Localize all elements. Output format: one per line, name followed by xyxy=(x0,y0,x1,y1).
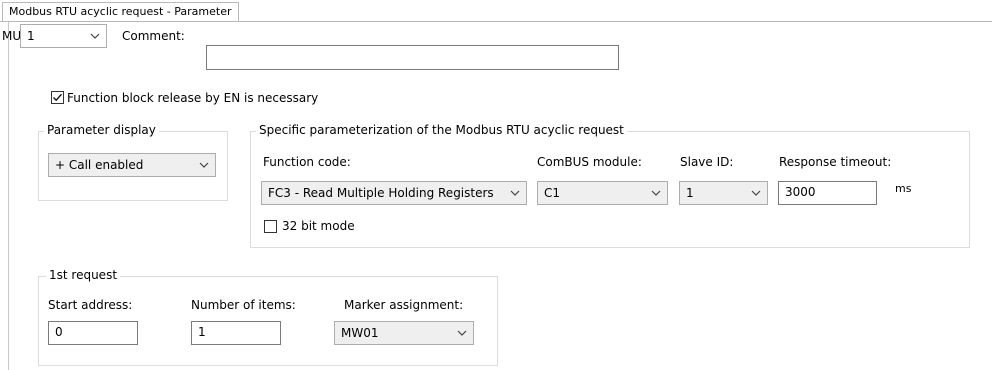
marker-assignment-select[interactable]: MW01 xyxy=(334,321,474,345)
specific-param-title: Specific parameterization of the Modbus … xyxy=(256,123,627,137)
fb-release-checkbox[interactable] xyxy=(51,91,64,104)
checkmark-icon xyxy=(53,93,63,102)
mu-select[interactable]: 1 xyxy=(20,24,107,48)
bit-mode-checkbox[interactable] xyxy=(264,220,277,233)
mu-select-value: 1 xyxy=(27,29,35,43)
first-request-title: 1st request xyxy=(46,268,121,282)
chevron-down-icon xyxy=(90,33,100,39)
comment-label: Comment: xyxy=(122,29,185,43)
function-code-select[interactable]: FC3 - Read Multiple Holding Registers xyxy=(261,181,527,205)
start-address-label: Start address: xyxy=(48,298,133,312)
marker-assignment-value: MW01 xyxy=(341,326,379,340)
chevron-down-icon xyxy=(651,190,661,196)
chevron-down-icon xyxy=(751,190,761,196)
chevron-down-icon xyxy=(199,162,209,168)
slave-id-label: Slave ID: xyxy=(680,155,734,169)
number-of-items-label: Number of items: xyxy=(191,298,296,312)
chevron-down-icon xyxy=(457,330,467,336)
parameter-display-value: + Call enabled xyxy=(55,158,144,172)
response-timeout-input[interactable]: 3000 xyxy=(778,181,877,205)
response-timeout-label: Response timeout: xyxy=(779,155,892,169)
timeout-unit: ms xyxy=(895,182,912,195)
panel-left-border xyxy=(8,22,9,370)
tab-divider xyxy=(0,21,992,22)
slave-id-value: 1 xyxy=(686,186,694,200)
fb-release-label: Function block release by EN is necessar… xyxy=(67,91,319,105)
combus-label: ComBUS module: xyxy=(537,155,642,169)
number-of-items-input[interactable]: 1 xyxy=(191,321,281,345)
combus-select[interactable]: C1 xyxy=(537,181,668,205)
function-code-value: FC3 - Read Multiple Holding Registers xyxy=(268,186,494,200)
marker-assignment-label: Marker assignment: xyxy=(344,298,464,312)
chevron-down-icon xyxy=(510,190,520,196)
start-address-input[interactable]: 0 xyxy=(48,321,138,345)
tab-bar: Modbus RTU acyclic request - Parameter xyxy=(0,0,992,22)
comment-input[interactable] xyxy=(206,45,619,70)
tab-parameter[interactable]: Modbus RTU acyclic request - Parameter xyxy=(2,2,239,21)
combus-value: C1 xyxy=(544,186,561,200)
parameter-display-select[interactable]: + Call enabled xyxy=(48,153,216,177)
slave-id-select[interactable]: 1 xyxy=(679,181,768,205)
parameter-display-title: Parameter display xyxy=(44,123,159,137)
function-code-label: Function code: xyxy=(263,155,351,169)
bit-mode-label: 32 bit mode xyxy=(282,219,355,233)
